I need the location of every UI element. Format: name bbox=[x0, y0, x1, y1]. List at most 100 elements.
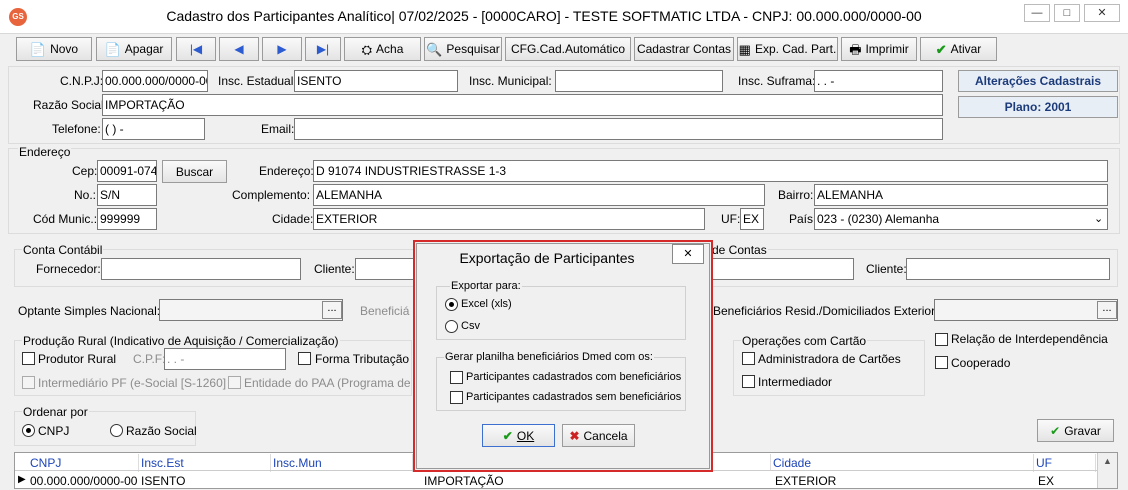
cod-munic-label: Cód Munic.: bbox=[33, 212, 98, 226]
intermediador-checkbox[interactable] bbox=[742, 375, 755, 388]
plano-contas-label: de Contas bbox=[711, 243, 768, 257]
exp-cad-part-button[interactable]: ▦ Exp. Cad. Part. bbox=[737, 37, 838, 61]
optante-input[interactable] bbox=[159, 299, 343, 321]
cartao-group-label: Operações com Cartão bbox=[741, 334, 868, 348]
cep-label: Cep: bbox=[72, 164, 98, 178]
gravar-button[interactable]: ✔ Gravar bbox=[1037, 419, 1114, 442]
chevron-down-icon[interactable]: ⌄ bbox=[1094, 212, 1103, 225]
excel-radio[interactable] bbox=[445, 298, 458, 311]
cidade-input[interactable]: EXTERIOR bbox=[313, 208, 705, 230]
resid-exterior-label: Beneficiários Resid./Domiciliados Exteri… bbox=[713, 304, 939, 318]
produtor-rural-checkbox[interactable] bbox=[22, 352, 35, 365]
novo-button[interactable]: 📄 Novo bbox=[16, 37, 92, 61]
optante-label: Optante Simples Nacional: bbox=[18, 304, 161, 318]
grid-cell-razao[interactable]: IMPORTAÇÃO bbox=[422, 472, 506, 490]
cliente-label: Cliente: bbox=[314, 262, 355, 276]
window-title: Cadastro dos Participantes Analítico| 07… bbox=[166, 8, 922, 24]
alteracoes-cadastrais-button[interactable]: Alterações Cadastrais bbox=[958, 70, 1118, 92]
cancela-button[interactable]: ✖ Cancela bbox=[562, 424, 635, 447]
telefone-input[interactable]: ( ) - bbox=[102, 118, 205, 140]
printer-icon: 🖶 bbox=[849, 41, 862, 57]
cpf-input[interactable]: . . - bbox=[164, 348, 286, 370]
cidade-label: Cidade: bbox=[272, 212, 314, 226]
apagar-button[interactable]: 📄 Apagar bbox=[96, 37, 172, 61]
imprimir-button[interactable]: 🖶 Imprimir bbox=[841, 37, 917, 61]
intermediario-label: Intermediário PF (e-Social [S-1260] bbox=[38, 376, 227, 390]
bairro-input[interactable]: ALEMANHA bbox=[814, 184, 1108, 206]
cadastrar-contas-button[interactable]: Cadastrar Contas bbox=[634, 37, 734, 61]
ok-button[interactable]: ✔ OK bbox=[482, 424, 555, 447]
relacao-interdependencia-checkbox[interactable] bbox=[935, 333, 948, 346]
last-record-button[interactable]: ▶| bbox=[305, 37, 341, 61]
ordenar-razao-radio[interactable] bbox=[110, 424, 123, 437]
ie-input[interactable]: ISENTO bbox=[294, 70, 458, 92]
cliente2-input[interactable] bbox=[906, 258, 1110, 280]
conta-contabil-label: Conta Contábil bbox=[22, 243, 104, 257]
cliente2-label: Cliente: bbox=[866, 262, 907, 276]
producao-rural-label: Produção Rural (Indicativo de Aquisição … bbox=[22, 334, 340, 348]
fornecedor2-input[interactable] bbox=[711, 258, 854, 280]
complemento-label: Complemento: bbox=[232, 188, 311, 202]
entidade-paa-checkbox[interactable] bbox=[228, 376, 241, 389]
bairro-label: Bairro: bbox=[778, 188, 814, 202]
close-window-button[interactable]: ✕ bbox=[1084, 4, 1120, 22]
sem-beneficiarios-checkbox[interactable] bbox=[450, 391, 463, 404]
cnpj-input[interactable]: 00.000.000/0000-00 bbox=[102, 70, 208, 92]
im-label: Insc. Municipal: bbox=[469, 74, 552, 88]
grid-cell-insc-mun[interactable] bbox=[271, 472, 275, 476]
administradora-checkbox[interactable] bbox=[742, 352, 755, 365]
check-circle-icon: ✔ bbox=[1050, 423, 1061, 438]
intermediador-label: Intermediador bbox=[758, 375, 833, 389]
im-input[interactable] bbox=[555, 70, 723, 92]
grid-cell-cnpj[interactable]: 00.000.000/0000-00 bbox=[28, 472, 139, 490]
plano-button[interactable]: Plano: 2001 bbox=[958, 96, 1118, 118]
razao-input[interactable]: IMPORTAÇÃO bbox=[102, 94, 943, 116]
grid-cell-cidade[interactable]: EXTERIOR bbox=[773, 472, 838, 490]
pais-select[interactable]: 023 - (0230) Alemanha bbox=[814, 208, 1108, 230]
ordenar-razao-label: Razão Social bbox=[126, 424, 197, 438]
intermediario-checkbox[interactable] bbox=[22, 376, 35, 389]
endereco-input[interactable]: D 91074 INDUSTRIESTRASSE 1-3 bbox=[313, 160, 1108, 182]
com-beneficiarios-checkbox[interactable] bbox=[450, 371, 463, 384]
grid-cell-insc-est[interactable]: ISENTO bbox=[139, 472, 187, 490]
pais-label: País: bbox=[789, 212, 817, 226]
cooperado-checkbox[interactable] bbox=[935, 356, 948, 369]
delete-document-icon: 📄 bbox=[104, 41, 121, 57]
cfg-cad-automatico-button[interactable]: CFG.Cad.Automático bbox=[505, 37, 631, 61]
cpf-label: C.P.F: bbox=[133, 352, 166, 366]
pesquisar-button[interactable]: 🔍 Pesquisar bbox=[424, 37, 502, 61]
dialog-close-button[interactable]: ✕ bbox=[672, 244, 704, 264]
minimize-button[interactable]: — bbox=[1024, 4, 1050, 22]
grid-header-razao[interactable] bbox=[713, 454, 771, 470]
ordenar-cnpj-radio[interactable] bbox=[22, 424, 35, 437]
complemento-input[interactable]: ALEMANHA bbox=[313, 184, 765, 206]
suframa-input[interactable]: . . - bbox=[814, 70, 943, 92]
new-document-icon: 📄 bbox=[29, 41, 47, 57]
ativar-button[interactable]: ✔ Ativar bbox=[920, 37, 997, 61]
fornecedor-input[interactable] bbox=[101, 258, 301, 280]
maximize-button[interactable]: □ bbox=[1054, 4, 1080, 22]
buscar-button[interactable]: Buscar bbox=[162, 160, 227, 183]
forma-tributacao-checkbox[interactable] bbox=[298, 352, 311, 365]
com-beneficiarios-label: Participantes cadastrados com beneficiár… bbox=[466, 371, 682, 383]
grid-scroll-up-button[interactable]: ▲ bbox=[1097, 453, 1117, 488]
email-input[interactable] bbox=[294, 118, 943, 140]
entidade-paa-label: Entidade do PAA (Programa de bbox=[244, 376, 411, 390]
csv-radio[interactable] bbox=[445, 320, 458, 333]
csv-label: Csv bbox=[461, 320, 480, 332]
no-input[interactable]: S/N bbox=[97, 184, 157, 206]
uf-input[interactable]: EX bbox=[740, 208, 764, 230]
optante-ellipsis-button[interactable]: ... bbox=[322, 301, 342, 319]
acha-button[interactable]: ⛭ Acha bbox=[344, 37, 421, 61]
grid-cell-uf[interactable]: EX bbox=[1036, 472, 1056, 490]
first-record-button[interactable]: |◀ bbox=[176, 37, 216, 61]
exportar-para-label: Exportar para: bbox=[450, 280, 522, 292]
resid-exterior-input[interactable] bbox=[934, 299, 1118, 321]
cep-input[interactable]: 00091-074 bbox=[97, 160, 157, 182]
resid-ellipsis-button[interactable]: ... bbox=[1097, 301, 1117, 319]
next-record-button[interactable]: ▶ bbox=[262, 37, 302, 61]
prev-record-button[interactable]: ◀ bbox=[219, 37, 259, 61]
excel-label: Excel (xls) bbox=[461, 298, 512, 310]
cod-munic-input[interactable]: 999999 bbox=[97, 208, 157, 230]
cliente-input[interactable] bbox=[355, 258, 415, 280]
